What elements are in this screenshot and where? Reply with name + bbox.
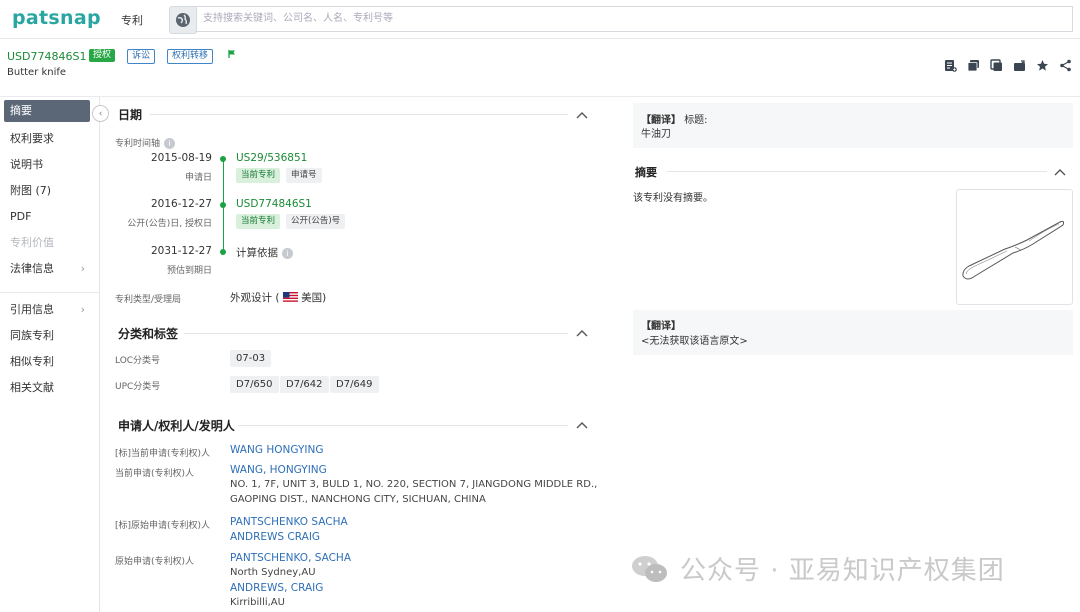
search-input[interactable]: 支持搜索关键词、公司名、人名、专利号等 <box>195 6 1073 32</box>
chevron-up-icon[interactable] <box>575 110 589 120</box>
flag-icon[interactable] <box>228 49 237 62</box>
sidebar-item-family[interactable]: 同族专利 <box>0 323 99 349</box>
chevron-right-icon: › <box>80 303 85 316</box>
translation-header: 【翻译】 <box>641 321 681 332</box>
patent-header: USD774846S1 授权 诉讼 权利转移 Butter knife <box>0 44 1080 97</box>
chip-publication-number: 公开(公告)号 <box>286 214 346 229</box>
section-divider <box>667 171 1047 172</box>
patent-title: Butter knife <box>7 67 67 78</box>
applicant-name-link[interactable]: WANG HONGYING <box>230 444 323 456</box>
applicant-name-link[interactable]: PANTSCHENKO SACHA <box>230 516 348 528</box>
watermark-text: 公众号 · 亚易知识产权集团 <box>680 556 1005 586</box>
section-title-dates: 日期 <box>118 108 143 122</box>
section-divider <box>238 425 568 426</box>
butter-knife-drawing <box>962 220 1065 280</box>
sidebar-item-citations[interactable]: 引用信息 › <box>0 297 99 323</box>
nav-patent[interactable]: 专利 <box>121 12 143 28</box>
wechat-icon <box>632 555 667 582</box>
upc-code[interactable]: D7/642 <box>280 376 329 393</box>
patent-type-label: 专利类型/受理局 <box>115 295 182 305</box>
applicant-label: 原始申请(专利权)人 <box>115 557 195 567</box>
timeline-dot <box>220 202 226 208</box>
date-expiry: 2031-12-27 <box>150 245 212 257</box>
chevron-up-icon[interactable] <box>1053 167 1067 177</box>
abstract-translation-box: 【翻译】 <无法获取该语言原文> <box>633 310 1073 355</box>
date-filing-label: 申请日 <box>184 173 212 183</box>
status-badge-litigation[interactable]: 诉讼 <box>127 49 156 64</box>
status-badge-granted: 授权 <box>89 49 116 62</box>
date-expiry-label: 预估到期日 <box>166 266 212 276</box>
publication-number-link[interactable]: USD774846S1 <box>236 198 312 210</box>
applicant-address: North Sydney,AU <box>230 567 316 578</box>
applicant-name-link[interactable]: PANTSCHENKO, SACHA <box>230 552 351 564</box>
section-title-abstract: 摘要 <box>635 166 657 179</box>
copy-icon[interactable] <box>989 58 1003 72</box>
patent-number: USD774846S1 <box>7 50 87 63</box>
section-divider <box>184 333 568 334</box>
date-publication-label: 公开(公告)日, 授权日 <box>127 219 212 229</box>
chip-application-number: 申请号 <box>286 168 322 183</box>
sidebar-item-related[interactable]: 相关文献 <box>0 375 99 401</box>
sidebar-item-label: 引用信息 <box>10 303 54 316</box>
applicant-label: [标]原始申请(专利权)人 <box>115 521 211 531</box>
timeline-dot <box>220 156 226 162</box>
globe-icon[interactable] <box>169 6 197 34</box>
info-icon[interactable]: i <box>282 248 293 259</box>
title-translation-box: 【翻译】 标题: 牛油刀 <box>633 103 1073 148</box>
loc-label: LOC分类号 <box>115 356 161 366</box>
chip-current-patent: 当前专利 <box>236 168 281 183</box>
timeline-dot <box>220 249 226 255</box>
top-bar: patsnap 专利 支持搜索关键词、公司名、人名、专利号等 <box>0 0 1080 39</box>
no-source-text: <无法获取该语言原文> <box>641 336 748 347</box>
section-title-applicants: 申请人/权利人/发明人 <box>118 419 235 433</box>
applicant-label: 当前申请(专利权)人 <box>115 469 195 479</box>
chip-current-patent: 当前专利 <box>236 214 281 229</box>
chevron-up-icon[interactable] <box>575 420 589 430</box>
status-badge-transfer[interactable]: 权利转移 <box>167 49 214 64</box>
sidebar-item-abstract[interactable]: 摘要 <box>4 100 90 122</box>
main-content: 日期 专利时间轴 i 2015-08-19 US29/536851 申请日 当前专… <box>108 97 598 612</box>
section-divider <box>150 114 568 115</box>
info-icon[interactable]: i <box>164 138 176 149</box>
applicant-name-link[interactable]: WANG, HONGYING <box>230 464 327 476</box>
sidebar-item-claims[interactable]: 权利要求 <box>0 126 99 152</box>
sidebar-divider <box>0 292 99 293</box>
section-title-classification: 分类和标签 <box>118 327 179 341</box>
applicant-label: [标]当前申请(专利权)人 <box>115 449 211 459</box>
date-publication: 2016-12-27 <box>150 198 212 210</box>
patent-drawing-thumbnail[interactable] <box>956 189 1073 305</box>
sidebar-item-label: 法律信息 <box>10 262 54 275</box>
applicant-address: NO. 1, 7F, UNIT 3, BULD 1, NO. 220, SECT… <box>230 479 598 490</box>
application-number-link[interactable]: US29/536851 <box>236 152 307 164</box>
collapse-sidebar-button[interactable]: ‹ <box>92 105 109 122</box>
sidebar-item-similar[interactable]: 相似专利 <box>0 349 99 375</box>
chevron-up-icon[interactable] <box>575 328 589 338</box>
applicant-name-link[interactable]: ANDREWS, CRAIG <box>230 582 323 594</box>
date-filing: 2015-08-19 <box>150 152 212 164</box>
patsnap-logo[interactable]: patsnap <box>12 7 101 29</box>
patent-type-value: 外观设计 ( 美国) <box>230 292 327 304</box>
calculation-basis: 计算依据 i <box>236 245 293 260</box>
applicant-name-link[interactable]: ANDREWS CRAIG <box>230 531 320 543</box>
translation-header: 【翻译】 标题: <box>641 115 708 126</box>
title-translation: 牛油刀 <box>641 129 671 140</box>
upc-label: UPC分类号 <box>115 382 161 392</box>
us-flag-icon <box>282 292 298 302</box>
loc-code[interactable]: 07-03 <box>230 350 272 367</box>
star-icon[interactable] <box>1035 58 1049 72</box>
share-out-icon[interactable] <box>1012 58 1026 72</box>
upc-code[interactable]: D7/650 <box>230 376 279 393</box>
upc-code[interactable]: D7/649 <box>330 376 379 393</box>
applicant-address: Kirribilli,AU <box>230 597 285 608</box>
toolbar <box>943 58 1072 72</box>
folder-icon[interactable] <box>966 58 980 72</box>
abstract-text: 该专利没有摘要。 <box>633 193 713 204</box>
share-icon[interactable] <box>1058 58 1072 72</box>
sidebar-item-patent-value: 专利价值 <box>10 236 54 249</box>
timeline-label: 专利时间轴 i <box>115 136 176 149</box>
note-add-icon[interactable] <box>943 58 957 72</box>
watermark: 公众号 · 亚易知识产权集团 <box>630 550 1005 587</box>
applicant-address: GAOPING DIST., NANCHONG CITY, SICHUAN, C… <box>230 494 486 505</box>
